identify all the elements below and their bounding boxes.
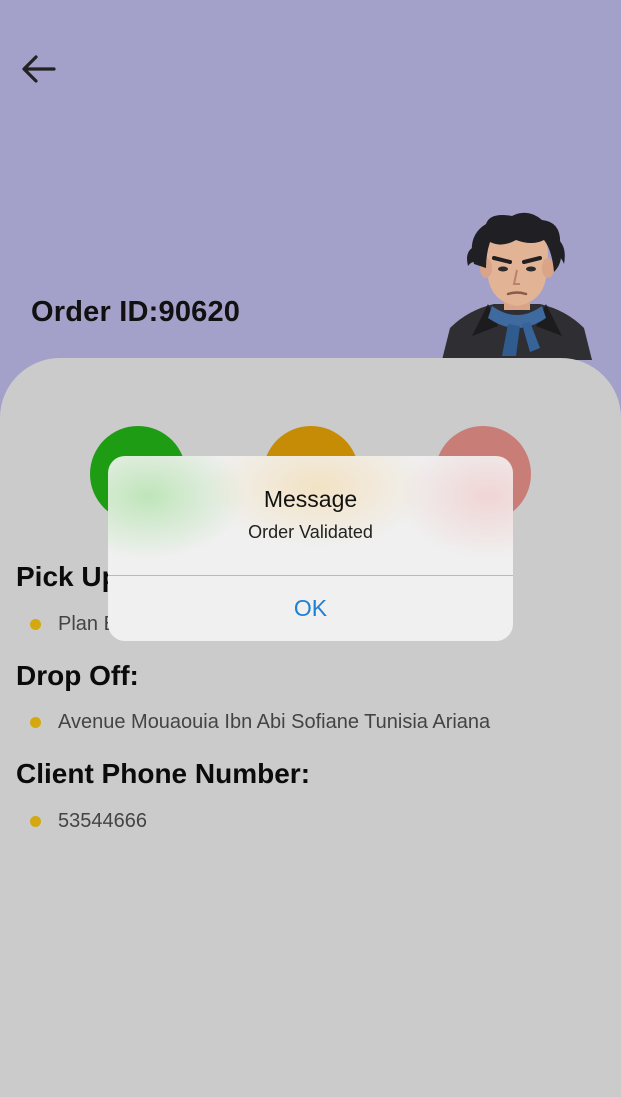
client-phone-title: Client Phone Number:	[16, 758, 311, 789]
dialog-title: Message	[263, 486, 358, 512]
dropoff-value: Avenue Mouaouia Ibn Abi Sofiane Tunisia …	[58, 710, 491, 733]
dropoff-title: Drop Off:	[16, 660, 139, 691]
header: Order ID:90620	[0, 0, 621, 420]
order-details-screen: Order ID:90620 Pick Up: Plan B Drop Off:…	[0, 0, 621, 1097]
pickup-row: Plan B	[30, 609, 117, 639]
bullet-icon	[30, 618, 41, 630]
bullet-icon	[30, 716, 41, 728]
back-button[interactable]	[18, 48, 62, 92]
bullet-icon	[30, 815, 41, 827]
message-alert-dialog: Message Order Validated OK	[108, 456, 513, 641]
dialog-message: Order Validated	[248, 522, 373, 542]
dropoff-row: Avenue Mouaouia Ibn Abi Sofiane Tunisia …	[30, 707, 490, 737]
ok-button[interactable]: OK	[108, 576, 513, 641]
person-avatar-icon	[428, 206, 606, 360]
order-id-title: Order ID:90620	[31, 296, 241, 328]
client-phone-row: 53544666	[30, 806, 147, 836]
client-phone-value[interactable]: 53544666	[58, 810, 147, 833]
arrow-left-icon	[22, 55, 56, 83]
dialog-backdrop-blur	[108, 456, 513, 576]
